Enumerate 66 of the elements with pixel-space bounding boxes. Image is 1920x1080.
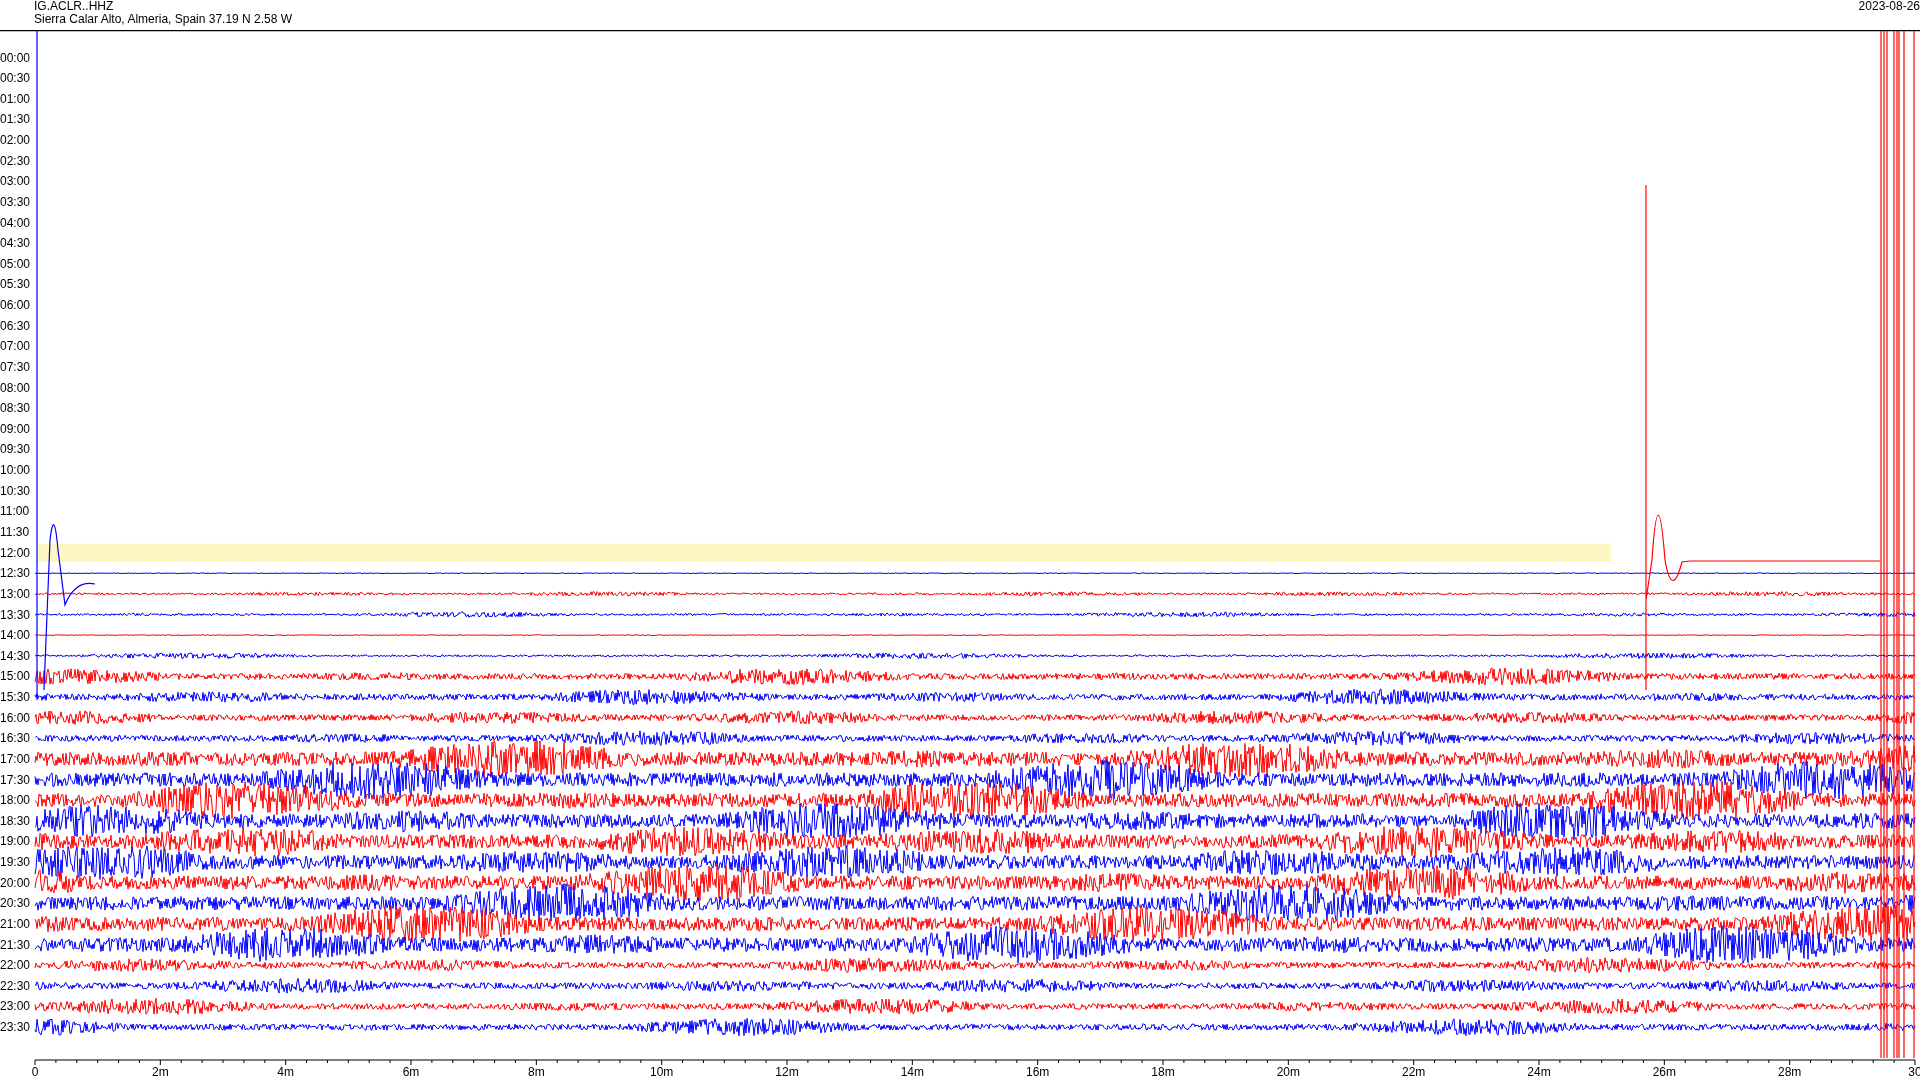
time-label: 03:00	[0, 174, 31, 189]
time-label: 20:30	[0, 896, 31, 911]
axis-tick-label: 26m	[1652, 1065, 1676, 1079]
time-label: 15:00	[0, 669, 31, 684]
time-label: 13:30	[0, 607, 31, 622]
time-label: 00:30	[0, 71, 31, 86]
time-label: 00:00	[0, 50, 31, 65]
axis-tick-label: 14m	[900, 1065, 924, 1079]
time-label: 03:30	[0, 194, 31, 209]
axis-tick-label: 20m	[1276, 1065, 1300, 1079]
time-label: 15:30	[0, 690, 31, 705]
time-label: 05:30	[0, 277, 31, 292]
time-label: 16:30	[0, 731, 31, 746]
axis-tick-label: 2m	[152, 1065, 169, 1079]
time-label: 23:00	[0, 999, 31, 1014]
time-label: 18:00	[0, 793, 31, 808]
station-location: Sierra Calar Alto, Almeria, Spain 37.19 N 2.58 W	[34, 13, 293, 26]
time-label: 14:00	[0, 628, 31, 643]
time-label: 09:30	[0, 442, 31, 457]
time-label: 17:00	[0, 751, 31, 766]
axis-tick-label: 16m	[1026, 1065, 1050, 1079]
time-label: 02:00	[0, 133, 31, 147]
time-label: 08:00	[0, 380, 31, 395]
time-label: 01:30	[0, 112, 31, 127]
time-label: 14:30	[0, 648, 31, 663]
time-label: 06:00	[0, 298, 31, 313]
time-label: 22:00	[0, 958, 31, 973]
axis-tick-label: 10m	[650, 1065, 674, 1079]
time-label: 12:30	[0, 566, 31, 581]
axis-tick-label: 4m	[277, 1065, 294, 1079]
time-label: 20:00	[0, 875, 31, 890]
time-label: 11:30	[0, 525, 30, 539]
axis-tick-label: 8m	[528, 1065, 545, 1079]
time-label: 10:30	[0, 483, 31, 498]
time-label: 07:00	[0, 339, 31, 354]
time-label: 04:00	[0, 215, 31, 230]
time-label: 12:00	[0, 545, 31, 560]
time-label: 02:30	[0, 153, 31, 168]
time-label: 09:00	[0, 421, 31, 436]
time-label: 05:00	[0, 256, 31, 271]
time-label: 06:30	[0, 318, 31, 333]
time-label: 17:30	[0, 772, 31, 787]
time-label: 18:30	[0, 813, 31, 828]
axis-tick-label: 6m	[402, 1065, 420, 1079]
time-label: 13:00	[0, 586, 31, 601]
time-label: 23:30	[0, 1020, 31, 1035]
time-label: 16:00	[0, 710, 31, 725]
time-label: 11:00	[0, 504, 30, 519]
time-label: 19:00	[0, 834, 31, 849]
time-label: 08:30	[0, 401, 31, 416]
axis-tick-label: 0	[31, 1065, 39, 1079]
time-label: 21:30	[0, 937, 31, 952]
plot-date: 2023-08-26	[1858, 0, 1920, 15]
time-label: 22:30	[0, 978, 31, 993]
time-label: 04:30	[0, 236, 31, 251]
time-label: 10:00	[0, 463, 31, 478]
axis-tick-label: 22m	[1402, 1065, 1426, 1079]
time-label: 21:00	[0, 916, 31, 931]
time-label: 01:00	[0, 91, 31, 106]
time-label: 19:30	[0, 855, 31, 870]
axis-tick-label: 28m	[1778, 1065, 1802, 1079]
axis-tick-label: 18m	[1151, 1065, 1175, 1079]
axis-tick-label: 24m	[1527, 1065, 1551, 1079]
axis-tick-label: 12m	[775, 1065, 799, 1079]
station-code: IG.ACLR..HHZ	[34, 0, 115, 13]
time-label: 07:30	[0, 359, 31, 374]
